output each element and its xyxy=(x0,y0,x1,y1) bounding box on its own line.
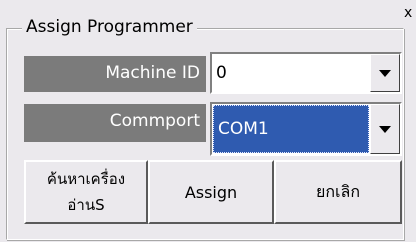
close-icon[interactable]: x xyxy=(404,6,412,20)
commport-selection-highlight: COM1 xyxy=(213,105,369,153)
cancel-button[interactable]: ยกเลิก xyxy=(274,160,402,224)
assign-button[interactable]: Assign xyxy=(148,160,274,224)
search-reader-label-line1: ค้นหาเครื่อง xyxy=(46,170,126,188)
chevron-down-icon xyxy=(379,125,391,133)
commport-value: COM1 xyxy=(218,119,269,139)
search-reader-label-line2: อ่านS xyxy=(67,196,105,214)
search-reader-button[interactable]: ค้นหาเครื่อง อ่านS xyxy=(24,160,148,224)
commport-dropdown-button[interactable] xyxy=(370,104,400,154)
commport-select[interactable]: COM1 xyxy=(210,102,402,156)
commport-label: Commport xyxy=(24,104,206,142)
chevron-down-icon xyxy=(379,69,391,77)
machine-id-value: 0 xyxy=(216,63,227,83)
machine-id-dropdown-button[interactable] xyxy=(370,54,400,92)
assign-programmer-dialog: x Assign Programmer Machine ID 0 Commpor… xyxy=(0,0,416,242)
cancel-button-label: ยกเลิก xyxy=(315,181,361,201)
search-reader-label: ค้นหาเครื่อง อ่านS xyxy=(47,166,125,218)
assign-button-label: Assign xyxy=(184,182,238,202)
machine-id-label: Machine ID xyxy=(24,56,206,92)
group-title: Assign Programmer xyxy=(22,16,197,38)
machine-id-label-text: Machine ID xyxy=(105,63,200,83)
machine-id-select[interactable]: 0 xyxy=(210,52,402,94)
commport-label-text: Commport xyxy=(109,111,200,131)
